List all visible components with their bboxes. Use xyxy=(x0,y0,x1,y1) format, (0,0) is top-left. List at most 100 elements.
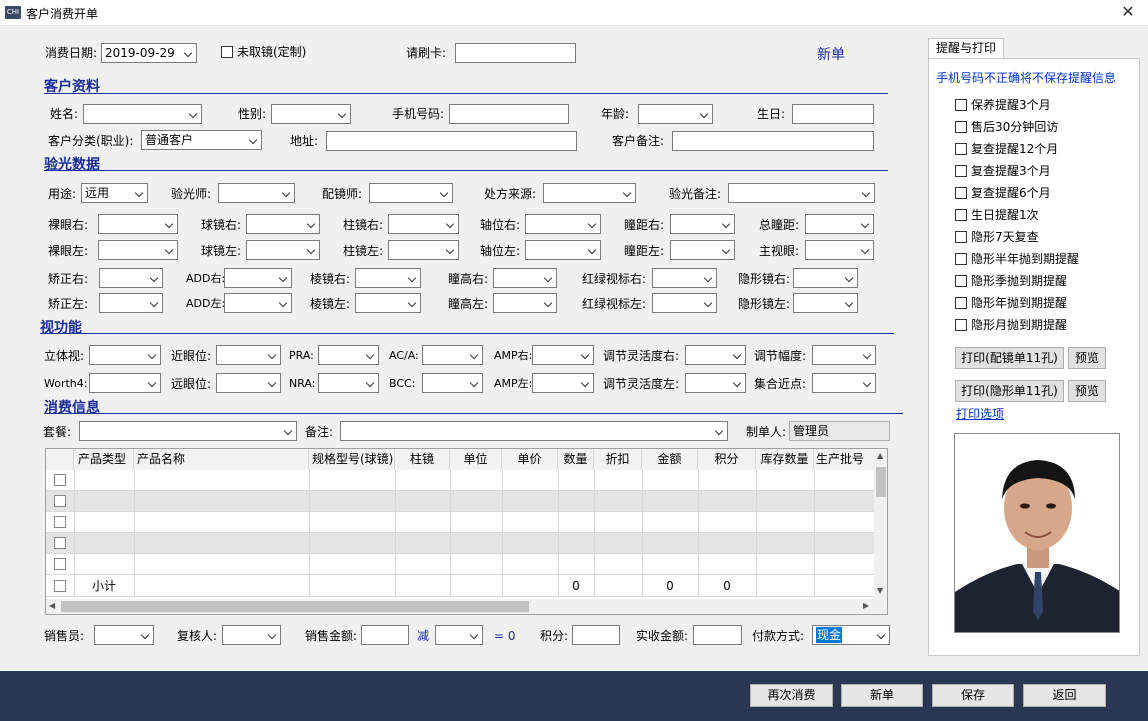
prism-right-select[interactable] xyxy=(355,268,421,288)
print-glasses-button[interactable]: 打印(配镜单11孔) xyxy=(955,347,1064,369)
dominant-eye-select[interactable] xyxy=(805,240,874,260)
scroll-right-icon[interactable]: ▶ xyxy=(863,601,869,610)
reminder-checkbox[interactable] xyxy=(955,275,967,287)
print-contact-button[interactable]: 打印(隐形单11孔) xyxy=(955,380,1064,402)
reminder-checkbox[interactable] xyxy=(955,297,967,309)
row-checkbox[interactable] xyxy=(54,558,66,570)
contact-left-select[interactable] xyxy=(793,293,858,313)
red-green-right-select[interactable] xyxy=(652,268,717,288)
worth4-select[interactable] xyxy=(89,373,161,393)
back-button[interactable]: 返回 xyxy=(1023,684,1106,707)
table-row[interactable] xyxy=(46,533,876,554)
reminder-checkbox[interactable] xyxy=(955,143,967,155)
print-options-link[interactable]: 打印选项 xyxy=(956,406,1004,422)
amp-left-select[interactable] xyxy=(532,373,594,393)
table-row[interactable] xyxy=(46,554,876,575)
table-row[interactable] xyxy=(46,470,876,491)
convergence-select[interactable] xyxy=(812,373,876,393)
row-checkbox[interactable] xyxy=(54,537,66,549)
note-select[interactable] xyxy=(340,421,728,441)
flexibility-left-select[interactable] xyxy=(685,373,746,393)
vertical-scroll-thumb[interactable] xyxy=(876,467,886,497)
reviewer-select[interactable] xyxy=(222,625,281,645)
reminder-checkbox[interactable] xyxy=(955,165,967,177)
vertical-scrollbar[interactable]: ▲ ▼ xyxy=(874,449,887,599)
reminder-checkbox[interactable] xyxy=(955,187,967,199)
table-row[interactable] xyxy=(46,512,876,533)
name-select[interactable] xyxy=(83,104,202,124)
bcc-select[interactable] xyxy=(422,373,483,393)
reminder-checkbox[interactable] xyxy=(955,231,967,243)
source-select[interactable] xyxy=(543,183,636,203)
card-input[interactable] xyxy=(455,43,576,63)
col-header[interactable]: 折扣 xyxy=(594,449,642,470)
scroll-down-icon[interactable]: ▼ xyxy=(877,586,883,595)
cyl-right-select[interactable] xyxy=(388,214,459,234)
flexibility-right-select[interactable] xyxy=(685,345,746,365)
corrected-left-select[interactable] xyxy=(99,293,163,313)
seller-select[interactable] xyxy=(94,625,154,645)
naked-right-select[interactable] xyxy=(98,214,178,234)
close-icon[interactable]: ✕ xyxy=(1112,1,1144,25)
optometry-remark-select[interactable] xyxy=(728,183,875,203)
stereo-select[interactable] xyxy=(89,345,161,365)
row-checkbox[interactable] xyxy=(54,580,66,592)
save-button[interactable]: 保存 xyxy=(932,684,1014,707)
nra-select[interactable] xyxy=(318,373,379,393)
col-header[interactable]: 柱镜 xyxy=(395,449,450,470)
scroll-left-icon[interactable]: ◀ xyxy=(49,601,55,610)
col-header[interactable]: 金额 xyxy=(642,449,698,470)
sale-amount-input[interactable] xyxy=(361,625,409,645)
repeat-consume-button[interactable]: 再次消费 xyxy=(750,684,833,707)
col-header[interactable]: 积分 xyxy=(698,449,756,470)
new-order-link[interactable]: 新单 xyxy=(817,47,845,63)
category-select[interactable]: 普通客户 xyxy=(141,130,262,150)
aca-select[interactable] xyxy=(422,345,483,365)
preview-contact-button[interactable]: 预览 xyxy=(1068,380,1106,402)
naked-left-select[interactable] xyxy=(98,240,178,260)
unworn-checkbox[interactable] xyxy=(221,46,233,58)
age-select[interactable] xyxy=(638,104,713,124)
amp-right-select[interactable] xyxy=(532,345,594,365)
col-header[interactable]: 产品类型 xyxy=(74,449,134,470)
red-green-left-select[interactable] xyxy=(652,293,717,313)
cyl-left-select[interactable] xyxy=(388,240,459,260)
contact-right-select[interactable] xyxy=(793,268,858,288)
horizontal-scrollbar[interactable]: ◀ ▶ xyxy=(46,599,887,614)
col-header[interactable]: 数量 xyxy=(558,449,594,470)
reminder-checkbox[interactable] xyxy=(955,319,967,331)
amplitude-select[interactable] xyxy=(812,345,876,365)
actual-amount-input[interactable] xyxy=(693,625,742,645)
date-picker[interactable]: 2019-09-29 xyxy=(101,43,197,63)
sph-right-select[interactable] xyxy=(246,214,320,234)
col-header[interactable]: 单价 xyxy=(502,449,558,470)
col-header[interactable]: 单位 xyxy=(450,449,502,470)
use-select[interactable]: 远用 xyxy=(81,183,148,203)
optometrist-select[interactable] xyxy=(218,183,295,203)
pra-select[interactable] xyxy=(318,345,379,365)
preview-glasses-button[interactable]: 预览 xyxy=(1068,347,1106,369)
col-header[interactable]: 生产批号 xyxy=(814,449,876,470)
axis-left-select[interactable] xyxy=(525,240,601,260)
axis-right-select[interactable] xyxy=(525,214,601,234)
pd-left-select[interactable] xyxy=(670,240,735,260)
scroll-up-icon[interactable]: ▲ xyxy=(877,451,883,460)
table-row[interactable] xyxy=(46,491,876,512)
pay-method-select[interactable]: 现金 xyxy=(812,625,890,645)
row-checkbox[interactable] xyxy=(54,495,66,507)
add-right-select[interactable] xyxy=(224,268,292,288)
points-input[interactable] xyxy=(572,625,620,645)
far-position-select[interactable] xyxy=(216,373,281,393)
col-header[interactable]: 库存数量 xyxy=(756,449,814,470)
tab-reminder-print[interactable]: 提醒与打印 xyxy=(928,38,1004,59)
reminder-checkbox[interactable] xyxy=(955,121,967,133)
add-left-select[interactable] xyxy=(224,293,292,313)
reminder-checkbox[interactable] xyxy=(955,209,967,221)
pd-right-select[interactable] xyxy=(670,214,735,234)
row-checkbox[interactable] xyxy=(54,474,66,486)
horizontal-scroll-thumb[interactable] xyxy=(61,601,529,612)
phone-input[interactable] xyxy=(449,104,569,124)
discount-select[interactable] xyxy=(435,625,483,645)
corrected-right-select[interactable] xyxy=(99,268,163,288)
pupil-height-left-select[interactable] xyxy=(493,293,557,313)
